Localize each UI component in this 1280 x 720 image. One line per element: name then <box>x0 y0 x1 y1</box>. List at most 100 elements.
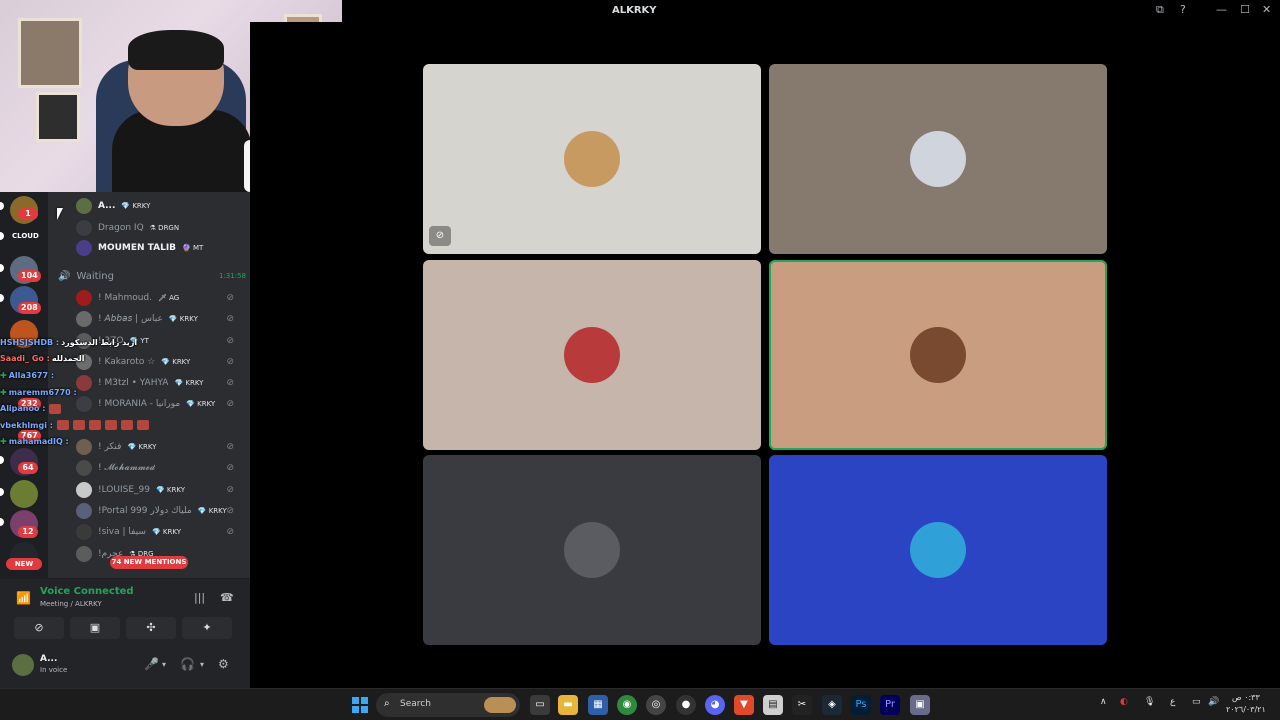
signal-icon[interactable]: 📶 <box>16 591 31 605</box>
streamer-bandana <box>128 30 224 70</box>
search-icon: ⌕ <box>384 698 390 709</box>
microphone-icon[interactable]: 🎤 <box>144 657 159 671</box>
search-label: Search <box>400 699 431 709</box>
tray-mic-icon[interactable]: 🎙 <box>1144 697 1155 707</box>
stream-chat-overlay: HSHSJSHDB : اريد رابط الدسكورد Saadi_ Go… <box>0 334 200 450</box>
unread-pip <box>0 202 4 210</box>
store-icon[interactable]: ▦ <box>588 695 608 715</box>
tray-app-icon[interactable]: ◐ <box>1120 697 1128 707</box>
taskbar-clock[interactable]: ٠:٣٣ ص ٢٠٢٦/٠٣/٢١ <box>1226 692 1266 716</box>
photoshop-icon[interactable]: Ps <box>851 695 871 715</box>
obs-icon[interactable]: ● <box>676 695 696 715</box>
chevron-down-icon[interactable]: ▾ <box>200 660 204 669</box>
user-name[interactable]: A... <box>40 654 57 664</box>
close-icon[interactable]: ✕ <box>1262 3 1271 16</box>
voice-member[interactable]: Dragon IQ ⚗ DRGN <box>76 218 244 238</box>
voice-member[interactable]: !LOUISE_99 💎 KRKY ⊘ <box>76 480 244 500</box>
deafened-icon: ⊘ <box>226 293 234 303</box>
discord-icon[interactable]: ◕ <box>705 695 725 715</box>
deafened-icon: ⊘ <box>226 399 234 409</box>
emote-icon <box>72 420 85 431</box>
soundboard-icon: ✦ <box>202 621 212 634</box>
chrome-icon[interactable]: ◉ <box>617 695 637 715</box>
capcut-icon[interactable]: ✂ <box>792 695 812 715</box>
chat-user: mahamadIQ : <box>8 437 69 447</box>
participant-tile[interactable] <box>423 260 761 450</box>
steam-icon[interactable]: ◈ <box>822 695 842 715</box>
voice-member[interactable]: !Portal 999 ملياك دولار 💎 KRKY ⊘ <box>76 501 244 521</box>
deafened-icon: ⊘ <box>226 336 234 346</box>
deafened-icon: ⊘ <box>226 506 234 516</box>
voice-member[interactable]: !siva | سيفا 💎 KRKY ⊘ <box>76 522 244 542</box>
help-icon[interactable]: ? <box>1180 3 1186 16</box>
emote-icon <box>88 420 101 431</box>
participant-tile[interactable] <box>769 455 1107 645</box>
participant-tile[interactable] <box>423 455 761 645</box>
editor-icon[interactable]: ▤ <box>763 695 783 715</box>
volume-icon[interactable]: 🔊 <box>1208 697 1219 707</box>
chat-user: Alla3677 : <box>8 370 55 380</box>
voice-location[interactable]: Meeting / ALKRKY <box>40 600 102 608</box>
member-name: !Portal 999 ملياك دولار <box>98 506 192 516</box>
participant-tile[interactable] <box>769 64 1107 254</box>
chat-user: vbekhlmgi : <box>0 420 53 430</box>
emote-icon <box>120 420 133 431</box>
wall-frame <box>36 92 80 142</box>
recorder-icon[interactable]: ◎ <box>646 695 666 715</box>
deafened-icon: ⊘ <box>226 442 234 452</box>
avatar <box>76 524 92 540</box>
voice-member[interactable]: ! 𝓜𝓸𝓱𝓪𝓶𝓶𝓮𝓭 ⊘ <box>76 458 244 478</box>
disconnect-icon[interactable]: ☎ <box>220 591 234 604</box>
voice-status[interactable]: Voice Connected <box>40 586 134 597</box>
server-icon[interactable] <box>10 480 38 508</box>
clock-date: ٢٠٢٦/٠٣/٢١ <box>1226 705 1266 714</box>
avatar[interactable] <box>12 654 34 676</box>
brave-icon[interactable]: ▼ <box>734 695 754 715</box>
chat-user: Alipanoo : <box>0 404 46 414</box>
windows-taskbar: ⌕ Search ▭ ▬ ▦ ◉ ◎ ● ◕ ▼ ▤ ✂ ◈ Ps Pr ▣ ∧… <box>0 688 1280 720</box>
voice-member[interactable]: ! Mahmoud. 🗡 AG ⊘ <box>76 288 244 308</box>
voice-channel-waiting[interactable]: 🔊 Waiting 1:31:58 <box>58 268 246 284</box>
new-mentions-pill[interactable]: 74 NEW MENTIONS <box>110 556 188 569</box>
noise-suppression-icon[interactable]: ||| <box>194 591 205 604</box>
language-indicator[interactable]: ع <box>1170 697 1175 707</box>
headphones-icon[interactable]: 🎧 <box>180 657 195 671</box>
server-cloud-label[interactable]: CLOUD <box>12 232 39 240</box>
participant-avatar <box>910 522 966 578</box>
soundboard-button[interactable]: ✦ <box>182 617 232 639</box>
premiere-icon[interactable]: Pr <box>880 695 900 715</box>
app-icon[interactable]: ▣ <box>910 695 930 715</box>
chat-line: HSHSJSHDB : اريد رابط الدسكورد <box>0 334 200 351</box>
start-button[interactable] <box>352 697 368 713</box>
taskbar-search[interactable]: ⌕ Search <box>376 693 520 717</box>
video-grid: ⊘ <box>250 22 1280 688</box>
voice-member[interactable]: ! 𝘈𝘣𝘣𝘢𝘴 | عباس 💎 KRKY ⊘ <box>76 309 244 329</box>
voice-timer: 1:31:58 <box>219 272 246 280</box>
voice-member[interactable]: A... 💎 KRKY <box>76 196 244 216</box>
participant-avatar <box>910 327 966 383</box>
avatar <box>76 546 92 562</box>
unread-pip <box>0 294 4 302</box>
screen-share-button[interactable]: ▣ <box>70 617 120 639</box>
task-view-icon[interactable]: ▭ <box>530 695 550 715</box>
emote-icon <box>56 420 69 431</box>
app-root: 1 CLOUD 104 208 232 767 64 12 NEW A... 💎… <box>0 0 1280 720</box>
chevron-down-icon[interactable]: ▾ <box>162 660 166 669</box>
minimize-icon[interactable]: — <box>1216 3 1227 16</box>
participant-tile[interactable]: ⊘ <box>423 64 761 254</box>
tray-overflow-icon[interactable]: ∧ <box>1100 697 1107 707</box>
member-name: A... <box>98 201 116 211</box>
deafened-icon: ⊘ <box>226 314 234 324</box>
activities-button[interactable]: ✣ <box>126 617 176 639</box>
settings-gear-icon[interactable]: ⚙ <box>218 657 229 671</box>
emote-icon <box>104 420 117 431</box>
chat-line: vbekhlmgi : <box>0 417 200 434</box>
file-explorer-icon[interactable]: ▬ <box>558 695 578 715</box>
voice-member[interactable]: MOUMEN TALIB 🔮 MT <box>76 238 244 258</box>
network-icon[interactable]: ▭ <box>1192 697 1201 707</box>
pip-icon[interactable]: ⧉ <box>1156 3 1164 17</box>
new-unreads-pill[interactable]: NEW <box>6 558 42 570</box>
maximize-icon[interactable]: ☐ <box>1240 3 1250 16</box>
camera-button[interactable]: ⊘ <box>14 617 64 639</box>
participant-tile-speaking[interactable] <box>769 260 1107 450</box>
